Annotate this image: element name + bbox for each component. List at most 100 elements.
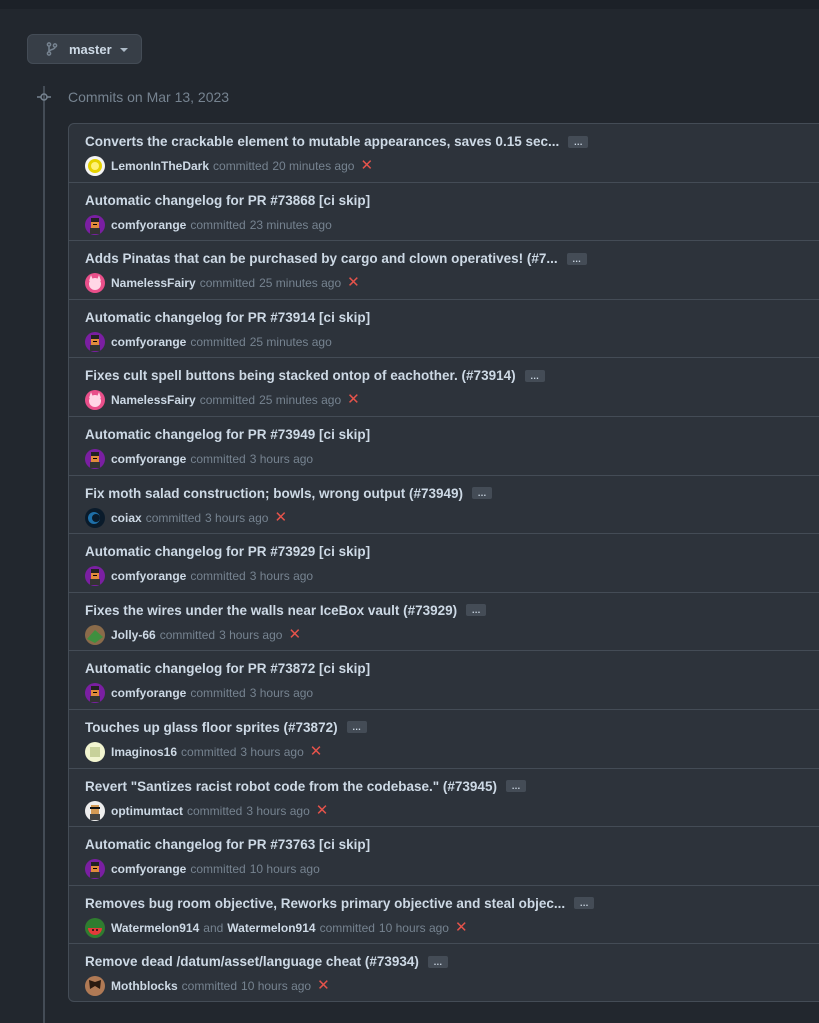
branch-selector-button[interactable]: master (27, 34, 142, 64)
commit-time[interactable]: 3 hours ago (205, 511, 268, 525)
commit-meta: coiax committed 3 hours ago ✕ (85, 507, 287, 528)
expand-message-button[interactable]: … (505, 780, 526, 793)
avatar[interactable] (85, 331, 105, 352)
commit-message-link[interactable]: Revert "Santizes racist robot code from … (85, 779, 497, 794)
expand-message-button[interactable]: … (568, 135, 589, 148)
commit-author-link[interactable]: NamelessFairy (111, 393, 196, 407)
commit-author-link[interactable]: comfyorange (111, 218, 186, 232)
commit-group-title: Commits on Mar 13, 2023 (68, 89, 230, 105)
commit-message-link[interactable]: Adds Pinatas that can be purchased by ca… (85, 251, 558, 266)
avatar[interactable] (85, 741, 105, 762)
commit-row: Automatic changelog for PR #73914 [ci sk… (69, 300, 819, 359)
avatar[interactable] (85, 448, 105, 469)
avatar[interactable] (85, 566, 105, 587)
avatar[interactable] (85, 214, 105, 235)
commit-time[interactable]: 10 hours ago (241, 979, 311, 993)
commit-time[interactable]: 25 minutes ago (259, 276, 341, 290)
check-failed-icon[interactable]: ✕ (288, 627, 301, 642)
expand-message-button[interactable]: … (427, 955, 448, 968)
avatar[interactable] (85, 156, 105, 176)
commit-message-link[interactable]: Automatic changelog for PR #73872 [ci sk… (85, 661, 370, 676)
commit-author-link[interactable]: comfyorange (111, 569, 186, 583)
avatar[interactable] (85, 859, 105, 880)
avatar[interactable] (85, 917, 105, 938)
expand-message-button[interactable]: … (466, 604, 487, 617)
avatar[interactable] (85, 800, 105, 821)
avatar[interactable] (85, 624, 105, 645)
commit-author-link[interactable]: comfyorange (111, 862, 186, 876)
commit-author-link[interactable]: Mothblocks (111, 979, 178, 993)
commit-message-line: Fixes the wires under the walls near Ice… (85, 603, 487, 618)
commit-time[interactable]: 3 hours ago (250, 452, 313, 466)
commit-meta: NamelessFairy committed 25 minutes ago ✕ (85, 273, 360, 294)
commit-verb: committed (190, 451, 246, 466)
commit-author-link[interactable]: Watermelon914 (111, 921, 199, 935)
avatar[interactable] (85, 273, 105, 294)
commit-list: Converts the crackable element to mutabl… (68, 123, 819, 1002)
commit-time[interactable]: 25 minutes ago (250, 335, 332, 349)
commit-time[interactable]: 25 minutes ago (259, 393, 341, 407)
commit-time[interactable]: 10 hours ago (379, 921, 449, 935)
commit-author-link[interactable]: comfyorange (111, 452, 186, 466)
commit-time[interactable]: 23 minutes ago (250, 218, 332, 232)
expand-message-button[interactable]: … (346, 721, 367, 734)
check-failed-icon[interactable]: ✕ (347, 275, 360, 290)
commit-message-line: Revert "Santizes racist robot code from … (85, 779, 526, 794)
expand-message-button[interactable]: … (524, 369, 545, 382)
check-failed-icon[interactable]: ✕ (317, 978, 330, 993)
commit-message-link[interactable]: Automatic changelog for PR #73868 [ci sk… (85, 193, 370, 208)
expand-message-button[interactable]: … (574, 897, 595, 910)
commit-message-link[interactable]: Fix moth salad construction; bowls, wron… (85, 486, 463, 501)
commit-coauthor-link[interactable]: Watermelon914 (227, 921, 315, 935)
avatar[interactable] (85, 683, 105, 704)
commit-time[interactable]: 3 hours ago (250, 569, 313, 583)
commit-message-link[interactable]: Remove dead /datum/asset/language cheat … (85, 954, 419, 969)
avatar[interactable] (85, 976, 105, 997)
check-failed-icon[interactable]: ✕ (455, 920, 468, 935)
commit-verb: committed (190, 686, 246, 701)
commit-message-link[interactable]: Converts the crackable element to mutabl… (85, 134, 559, 149)
commit-message-link[interactable]: Automatic changelog for PR #73949 [ci sk… (85, 427, 370, 442)
avatar[interactable] (85, 390, 105, 411)
commit-author-link[interactable]: comfyorange (111, 686, 186, 700)
commit-time[interactable]: 10 hours ago (250, 862, 320, 876)
commit-row: Removes bug room objective, Reworks prim… (69, 886, 819, 945)
commit-time[interactable]: 20 minutes ago (272, 159, 354, 173)
commit-row: Automatic changelog for PR #73763 [ci sk… (69, 827, 819, 886)
commit-verb: committed (190, 217, 246, 232)
commit-message-link[interactable]: Automatic changelog for PR #73929 [ci sk… (85, 544, 370, 559)
commit-row: Adds Pinatas that can be purchased by ca… (69, 241, 819, 300)
commit-message-link[interactable]: Automatic changelog for PR #73763 [ci sk… (85, 837, 370, 852)
check-failed-icon[interactable]: ✕ (274, 510, 287, 525)
expand-message-button[interactable]: … (566, 252, 587, 265)
commit-message-link[interactable]: Automatic changelog for PR #73914 [ci sk… (85, 310, 370, 325)
commit-message-link[interactable]: Touches up glass floor sprites (#73872) (85, 720, 338, 735)
commit-time[interactable]: 3 hours ago (240, 745, 303, 759)
commit-meta: comfyorange committed 25 minutes ago (85, 331, 332, 352)
commit-verb: committed (181, 744, 237, 759)
check-failed-icon[interactable]: ✕ (347, 392, 360, 407)
commit-row: Automatic changelog for PR #73929 [ci sk… (69, 534, 819, 593)
commit-author-link[interactable]: NamelessFairy (111, 276, 196, 290)
commit-meta: Imaginos16 committed 3 hours ago ✕ (85, 741, 323, 762)
check-failed-icon[interactable]: ✕ (316, 803, 329, 818)
commit-message-link[interactable]: Removes bug room objective, Reworks prim… (85, 896, 565, 911)
commit-author-link[interactable]: coiax (111, 511, 142, 525)
commit-author-link[interactable]: comfyorange (111, 335, 186, 349)
top-header-bar (0, 0, 819, 9)
avatar[interactable] (85, 507, 105, 528)
commit-author-link[interactable]: LemonInTheDark (111, 159, 209, 173)
commit-message-line: Automatic changelog for PR #73914 [ci sk… (85, 310, 370, 325)
commit-author-link[interactable]: Jolly-66 (111, 628, 156, 642)
check-failed-icon[interactable]: ✕ (360, 158, 373, 173)
commit-row: Touches up glass floor sprites (#73872) …… (69, 710, 819, 769)
commit-author-link[interactable]: Imaginos16 (111, 745, 177, 759)
commit-message-link[interactable]: Fixes the wires under the walls near Ice… (85, 603, 457, 618)
expand-message-button[interactable]: … (472, 487, 493, 500)
commit-time[interactable]: 3 hours ago (219, 628, 282, 642)
commit-time[interactable]: 3 hours ago (246, 804, 309, 818)
check-failed-icon[interactable]: ✕ (310, 744, 323, 759)
commit-author-link[interactable]: optimumtact (111, 804, 183, 818)
commit-time[interactable]: 3 hours ago (250, 686, 313, 700)
commit-message-link[interactable]: Fixes cult spell buttons being stacked o… (85, 368, 516, 383)
